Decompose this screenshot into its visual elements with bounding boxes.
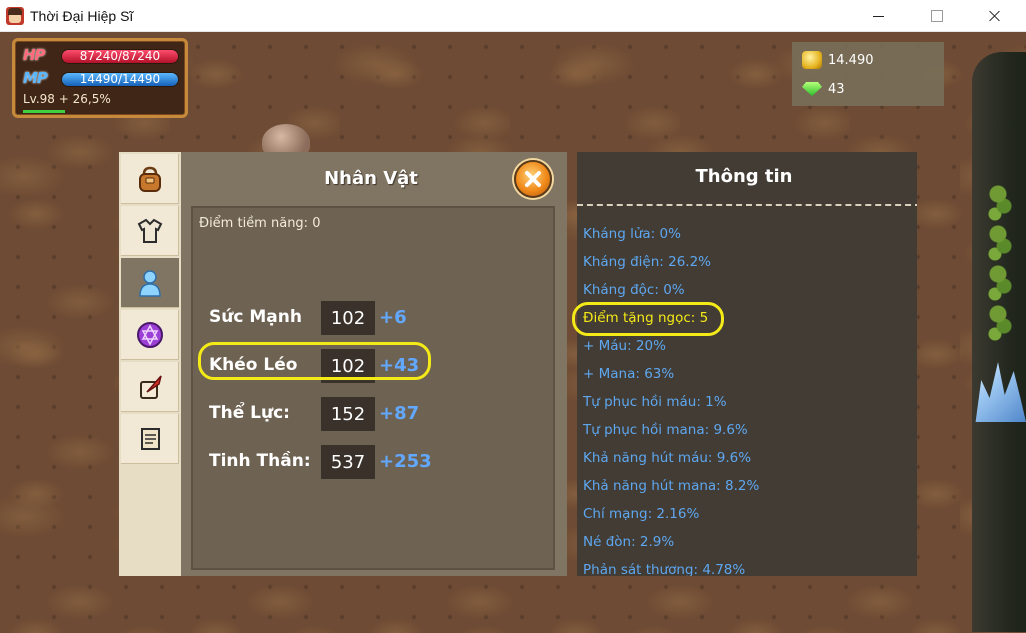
stat-row: Tinh Thần: 537 +253 — [193, 445, 553, 479]
stat-value[interactable]: 537 — [321, 445, 375, 479]
info-line: Né đòn: 2.9% — [583, 534, 675, 550]
info-line: Tự phục hồi mana: 9.6% — [583, 422, 748, 438]
info-divider — [577, 204, 917, 206]
panel-title: Nhân Vật — [324, 168, 418, 189]
gem-amount: 43 — [828, 81, 845, 97]
window-title: Thời Đại Hiệp Sĩ — [30, 8, 134, 24]
tab-equipment[interactable] — [121, 206, 179, 256]
close-panel-button[interactable] — [514, 160, 552, 198]
potential-points: Điểm tiềm năng: 0 — [199, 216, 321, 231]
app-icon — [6, 7, 24, 25]
info-line: Khả năng hút mana: 8.2% — [583, 478, 760, 494]
cave-wall — [972, 52, 1026, 632]
tab-quests[interactable] — [121, 414, 179, 464]
info-line: Chí mạng: 2.16% — [583, 506, 700, 522]
stat-row: Sức Mạnh 102 +6 — [193, 301, 553, 335]
exp-bar — [23, 110, 65, 113]
stats-box: Điểm tiềm năng: 0 Sức Mạnh 102 +6 Khéo L… — [191, 206, 555, 570]
stat-row: Thể Lực: 152 +87 — [193, 397, 553, 431]
info-title: Thông tin — [695, 166, 793, 187]
info-line: Phản sát thương: 4.78% — [583, 562, 746, 576]
close-window-button[interactable] — [972, 0, 1018, 32]
tab-character[interactable] — [121, 258, 179, 308]
bag-icon — [138, 166, 161, 192]
window-titlebar: Thời Đại Hiệp Sĩ — [0, 0, 1026, 32]
close-icon — [525, 171, 541, 187]
info-line: Kháng điện: 26.2% — [583, 254, 712, 270]
gold-coin-icon — [802, 51, 822, 69]
info-line: Tự phục hồi máu: 1% — [583, 394, 727, 410]
level-text: Lv.98 + 26,5% — [23, 92, 111, 106]
info-line: Khả năng hút máu: 9.6% — [583, 450, 752, 466]
magic-gem-icon — [136, 321, 163, 348]
gem-icon — [802, 82, 822, 96]
side-tabs — [119, 152, 181, 576]
info-panel[interactable]: Thông tin Kháng lửa: 0% Kháng điện: 26.2… — [577, 152, 917, 576]
stat-name: Sức Mạnh — [209, 307, 302, 327]
maximize-button[interactable] — [914, 0, 960, 32]
hp-bar: 87240/87240 — [61, 49, 179, 64]
quest-scroll-icon — [140, 427, 160, 450]
info-line: + Mana: 63% — [583, 366, 675, 382]
mp-bar: 14490/14490 — [61, 72, 179, 87]
stat-value[interactable]: 102 — [321, 301, 375, 335]
gem-row: 43 — [802, 77, 845, 101]
hp-label: HP — [23, 46, 46, 64]
tab-inventory[interactable] — [121, 154, 179, 204]
stat-name: Thể Lực: — [209, 403, 290, 423]
gold-amount: 14.490 — [828, 52, 874, 68]
stat-value[interactable]: 152 — [321, 397, 375, 431]
mp-label: MP — [23, 69, 48, 87]
player-status-frame[interactable]: HP 87240/87240 MP 14490/14490 Lv.98 + 26… — [12, 38, 188, 118]
gold-row: 14.490 — [802, 48, 874, 72]
cave-moss — [986, 182, 1016, 342]
tab-magic[interactable] — [121, 310, 179, 360]
info-line: + Máu: 20% — [583, 338, 666, 354]
stat-bonus: +253 — [379, 451, 432, 472]
info-line: Kháng lửa: 0% — [583, 226, 681, 242]
highlight-oval — [572, 302, 724, 336]
highlight-oval — [198, 342, 431, 380]
tab-skills[interactable] — [121, 362, 179, 412]
stat-bonus: +87 — [379, 403, 420, 424]
currency-panel: 14.490 43 — [792, 42, 944, 106]
stat-name: Tinh Thần: — [209, 451, 311, 471]
character-icon — [139, 269, 161, 297]
info-line: Kháng độc: 0% — [583, 282, 685, 298]
minimize-button[interactable] — [856, 0, 902, 32]
scroll-quill-icon — [139, 375, 162, 399]
stat-bonus: +6 — [379, 307, 407, 328]
armor-icon — [137, 218, 162, 243]
